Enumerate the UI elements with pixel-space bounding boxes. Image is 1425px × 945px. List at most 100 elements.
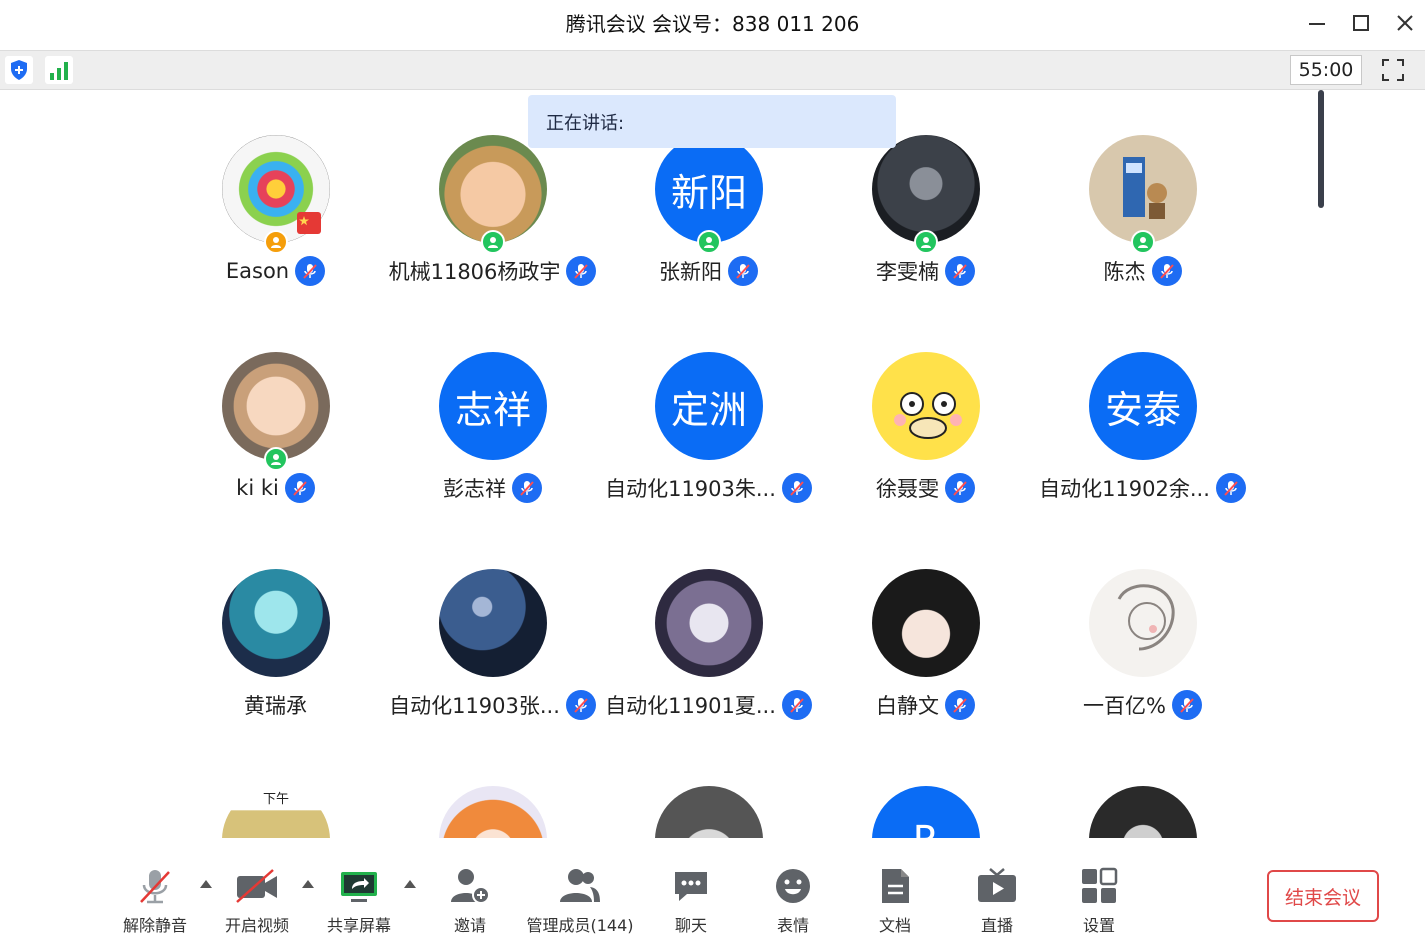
muted-mic-icon	[945, 256, 975, 286]
muted-mic-icon	[284, 473, 315, 503]
shield-icon	[11, 60, 27, 80]
avatar	[1089, 569, 1197, 677]
signal-icon	[50, 62, 68, 80]
avatar: 志祥	[439, 352, 547, 460]
participant-name: 李雯楠	[876, 260, 939, 284]
muted-mic-icon	[945, 473, 975, 503]
caret-up-icon	[302, 880, 314, 888]
participant-name: 自动化11901夏...	[605, 694, 776, 718]
participant-name: 自动化11903朱...	[605, 477, 776, 501]
share-screen-button[interactable]: 共享屏幕	[314, 858, 404, 938]
participant-tile[interactable]: 白静文	[817, 524, 1034, 724]
end-meeting-button[interactable]: 结束会议	[1267, 870, 1379, 922]
avatar	[872, 352, 980, 460]
online-badge	[697, 230, 721, 254]
muted-mic-icon	[781, 473, 812, 503]
participant-grid: Eason 机械11806杨政宇 新阳 张新阳 李雯楠 陈杰 ki ki 志祥 …	[0, 90, 1425, 838]
participant-tile[interactable]: 一百亿%	[1034, 524, 1251, 724]
avatar: 定洲	[655, 352, 763, 460]
participant-tile[interactable]: R	[817, 741, 1034, 838]
muted-mic-icon	[781, 690, 812, 720]
caret-up-icon	[200, 880, 212, 888]
document-icon	[882, 869, 909, 903]
participant-tile[interactable]: 黄瑞承	[167, 524, 384, 724]
add-user-icon	[451, 869, 490, 904]
window-title: 腾讯会议 会议号：838 011 206	[565, 12, 860, 36]
unmute-button[interactable]: 解除静音	[110, 858, 200, 938]
participant-tile[interactable]: 志祥 彭志祥	[384, 307, 601, 507]
status-bar: 55:00	[0, 50, 1425, 90]
muted-mic-icon	[728, 256, 758, 286]
participant-name: 白静文	[876, 694, 939, 718]
host-badge	[264, 230, 288, 254]
title-bar: 腾讯会议 会议号：838 011 206	[0, 0, 1425, 50]
avatar	[655, 786, 763, 838]
muted-mic-icon	[945, 690, 975, 720]
muted-mic-icon	[512, 473, 542, 503]
network-status-button[interactable]	[45, 56, 73, 84]
user-icon	[271, 454, 281, 465]
avatar	[222, 352, 330, 460]
participant-name: 彭志祥	[443, 477, 506, 501]
participant-name: 徐聂雯	[876, 477, 939, 501]
participant-name: Eason	[225, 259, 290, 283]
participant-tile[interactable]: 自动化11901夏...	[600, 524, 817, 724]
participant-tile[interactable]: 安泰 自动化11902余...	[1034, 307, 1251, 507]
video-off-icon	[236, 869, 277, 903]
close-icon	[1397, 15, 1413, 31]
avatar	[439, 786, 547, 838]
participant-tile[interactable]: 陈杰	[1034, 90, 1251, 290]
muted-mic-icon	[295, 256, 326, 286]
settings-label: 设置	[1082, 916, 1115, 935]
manage-members-button[interactable]: 管理成员(144)	[526, 858, 634, 938]
user-icon	[704, 237, 714, 248]
reactions-button[interactable]: 表情	[748, 858, 838, 938]
start-video-button[interactable]: 开启视频	[212, 858, 302, 938]
speaking-indicator: 正在讲话:	[528, 95, 896, 148]
participant-name: 张新阳	[659, 260, 722, 284]
meeting-timer: 55:00	[1290, 55, 1362, 85]
china-flag-icon	[297, 212, 321, 234]
share-options-caret[interactable]	[402, 876, 418, 892]
bottom-toolbar: 解除静音 开启视频 共享屏幕 邀请 管理成员(144) 聊天 表情 文档 直播 …	[0, 838, 1425, 945]
muted-mic-icon	[565, 690, 596, 720]
online-badge	[264, 447, 288, 471]
user-icon	[488, 237, 498, 248]
minimize-button[interactable]	[1300, 8, 1334, 38]
avatar	[872, 135, 980, 243]
scrollbar-thumb[interactable]	[1318, 90, 1324, 208]
fullscreen-button[interactable]	[1378, 55, 1408, 85]
live-button[interactable]: 直播	[952, 858, 1042, 938]
participant-tile[interactable]: ki ki	[167, 307, 384, 507]
avatar	[222, 569, 330, 677]
online-badge	[1131, 230, 1155, 254]
participant-tile[interactable]: 定洲 自动化11903朱...	[600, 307, 817, 507]
participant-name: 自动化11902余...	[1039, 477, 1210, 501]
security-button[interactable]	[5, 56, 33, 84]
avatar	[1089, 786, 1197, 838]
avatar	[872, 569, 980, 677]
maximize-button[interactable]	[1344, 8, 1378, 38]
online-badge	[914, 230, 938, 254]
online-badge	[481, 230, 505, 254]
participant-tile[interactable]	[600, 741, 817, 838]
muted-mic-icon	[1215, 473, 1246, 503]
participant-tile[interactable]	[1034, 741, 1251, 838]
participant-tile[interactable]: 自动化11903张...	[384, 524, 601, 724]
avatar	[655, 569, 763, 677]
participant-tile[interactable]: 下午	[167, 741, 384, 838]
avatar: R	[872, 786, 980, 838]
participant-name: 黄瑞承	[244, 694, 307, 718]
close-button[interactable]	[1388, 8, 1422, 38]
settings-button[interactable]: 设置	[1054, 858, 1144, 938]
participant-tile[interactable]: Eason	[167, 90, 384, 290]
participant-tile[interactable]	[384, 741, 601, 838]
user-icon	[271, 237, 281, 248]
docs-button[interactable]: 文档	[850, 858, 940, 938]
participant-name: 自动化11903张...	[389, 694, 560, 718]
invite-button[interactable]: 邀请	[425, 858, 515, 938]
caret-up-icon	[404, 880, 416, 888]
participant-tile[interactable]: 徐聂雯	[817, 307, 1034, 507]
chat-button[interactable]: 聊天	[646, 858, 736, 938]
mic-muted-icon	[140, 870, 170, 904]
